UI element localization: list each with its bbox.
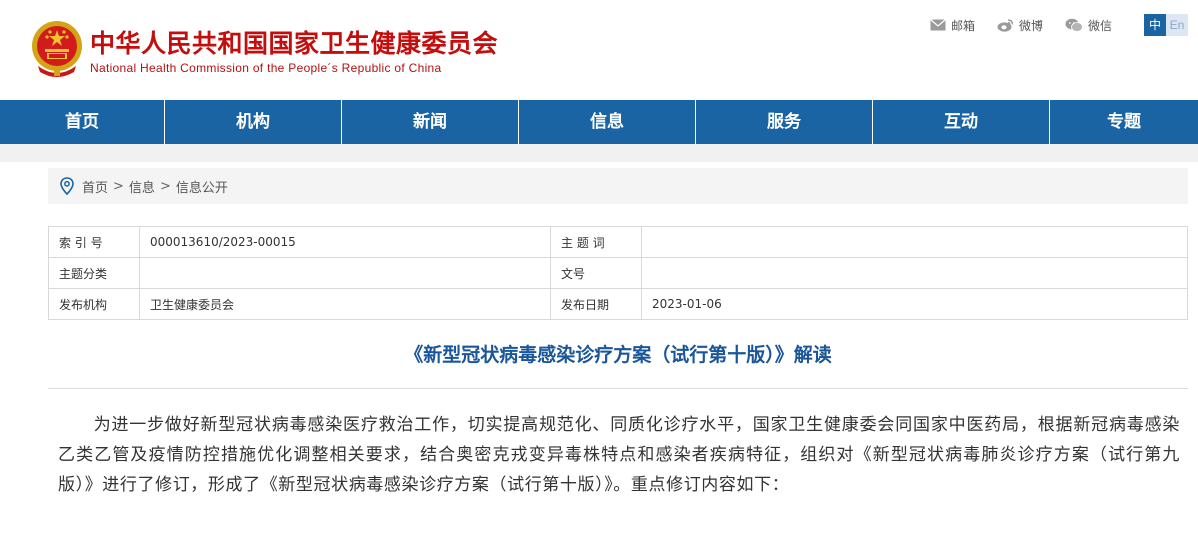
nav-item-home[interactable]: 首页 <box>0 100 165 144</box>
location-pin-icon <box>60 177 74 195</box>
site-title-en[interactable]: National Health Commission of the People… <box>90 61 442 75</box>
table-row: 发布机构 卫生健康委员会 发布日期 2023-01-06 <box>48 288 1188 320</box>
nav-shadow-band <box>0 144 1198 162</box>
topic-word-value <box>641 226 1188 258</box>
wechat-icon <box>1065 18 1083 32</box>
mail-label: 邮箱 <box>950 18 975 33</box>
nav-item-information[interactable]: 信息 <box>519 100 696 144</box>
nav-item-services[interactable]: 服务 <box>696 100 873 144</box>
wechat-link[interactable]: 微信 <box>1065 17 1112 34</box>
language-switch: 中 En <box>1144 14 1188 36</box>
publish-date-value: 2023-01-06 <box>641 288 1188 320</box>
index-value: 000013610/2023-00015 <box>139 226 551 258</box>
table-row: 主题分类 文号 <box>48 257 1188 289</box>
publisher-value: 卫生健康委员会 <box>139 288 551 320</box>
nav-item-news[interactable]: 新闻 <box>342 100 519 144</box>
breadcrumb-information[interactable]: 信息 <box>129 177 155 196</box>
national-emblem-icon[interactable] <box>30 18 84 82</box>
topic-word-label: 主 题 词 <box>550 226 642 258</box>
breadcrumb: 首页 > 信息 > 信息公开 <box>48 168 1188 204</box>
mail-icon <box>930 19 946 31</box>
table-row: 索 引 号 000013610/2023-00015 主 题 词 <box>48 226 1188 258</box>
index-label: 索 引 号 <box>48 226 140 258</box>
nav-item-topics[interactable]: 专题 <box>1050 100 1198 144</box>
site-title-cn[interactable]: 中华人民共和国国家卫生健康委员会 <box>90 24 498 60</box>
mail-link[interactable]: 邮箱 <box>930 17 975 34</box>
weibo-label: 微博 <box>1018 18 1043 33</box>
site-header: 中华人民共和国国家卫生健康委员会 National Health Commiss… <box>0 0 1198 100</box>
breadcrumb-separator: > <box>113 178 124 194</box>
category-label: 主题分类 <box>48 257 140 289</box>
breadcrumb-separator: > <box>159 178 171 194</box>
article-title: 《新型冠状病毒感染诊疗方案（试行第十版）》解读 <box>404 344 832 366</box>
doc-number-value <box>641 257 1188 289</box>
lang-en-button[interactable]: En <box>1166 14 1188 36</box>
breadcrumb-home[interactable]: 首页 <box>82 177 108 196</box>
weibo-icon <box>997 19 1014 32</box>
publisher-label: 发布机构 <box>48 288 140 320</box>
nav-item-organization[interactable]: 机构 <box>165 100 342 144</box>
breadcrumb-info-disclosure[interactable]: 信息公开 <box>176 177 228 196</box>
document-meta-table: 索 引 号 000013610/2023-00015 主 题 词 主题分类 文号… <box>48 226 1188 320</box>
doc-number-label: 文号 <box>550 257 642 289</box>
lang-cn-button[interactable]: 中 <box>1144 14 1166 36</box>
title-divider <box>48 388 1188 389</box>
main-nav: 首页 机构 新闻 信息 服务 互动 专题 <box>0 100 1198 144</box>
nav-item-interaction[interactable]: 互动 <box>873 100 1050 144</box>
wechat-label: 微信 <box>1087 18 1112 33</box>
publish-date-label: 发布日期 <box>550 288 642 320</box>
category-value <box>139 257 551 289</box>
article-body-paragraph: 为进一步做好新型冠状病毒感染医疗救治工作，切实提高规范化、同质化诊疗水平，国家卫… <box>58 415 1180 495</box>
top-links: 邮箱 微博 微信 中 En <box>930 14 1198 36</box>
weibo-link[interactable]: 微博 <box>997 17 1043 34</box>
